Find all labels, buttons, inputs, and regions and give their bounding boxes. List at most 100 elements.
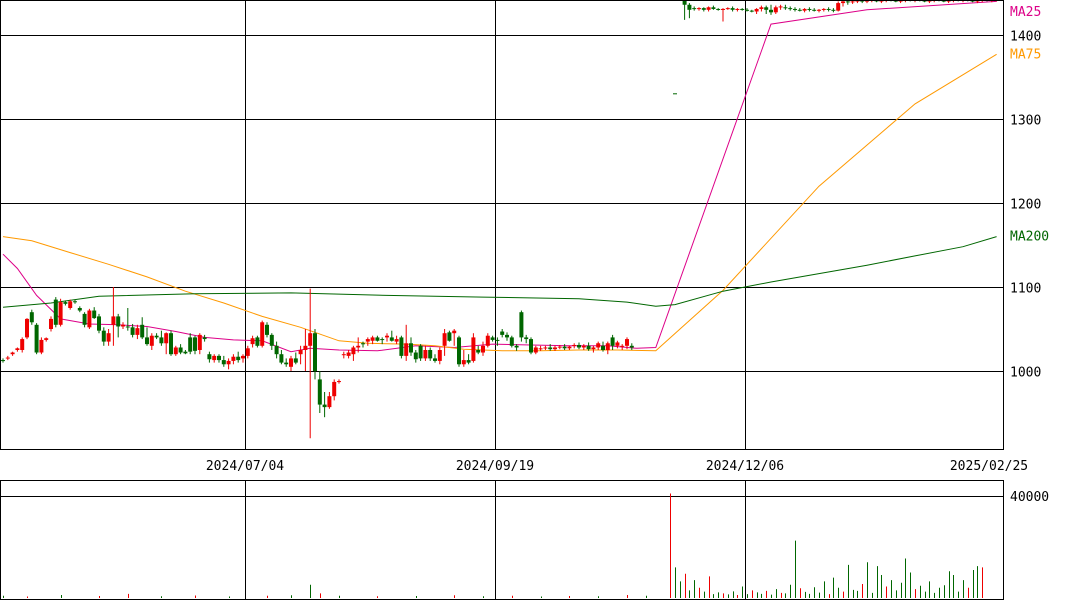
candle-body: [788, 8, 793, 10]
candle-body: [807, 8, 812, 10]
candle-body: [845, 1, 850, 3]
candle-body: [605, 343, 610, 350]
candle-body: [557, 346, 562, 348]
candle-body: [500, 331, 505, 335]
candle-body: [740, 8, 745, 10]
candle-body: [461, 360, 466, 365]
candle-body: [265, 324, 269, 335]
candle-body: [759, 7, 764, 9]
legend-label-ma200: MA200: [1010, 230, 1049, 245]
candle-body: [279, 354, 284, 363]
candle-body: [773, 7, 778, 13]
stock-chart: 1000 1100 1200 1300 1400 40000 2024/07/04 2024/…: [0, 0, 1065, 600]
candle-body: [121, 324, 125, 327]
candle-body: [577, 344, 581, 348]
candle-body: [764, 7, 769, 10]
candle-body: [63, 302, 68, 304]
candle-body: [529, 339, 533, 353]
candle-body: [754, 8, 759, 12]
candle-body: [481, 345, 485, 353]
candle-body: [682, 0, 687, 5]
candle-body: [1, 360, 5, 362]
candle-body: [116, 316, 121, 327]
candle-body: [226, 360, 231, 365]
candle-body: [437, 350, 442, 361]
candle-body: [159, 337, 164, 344]
candlestick: [87, 308, 92, 329]
candle-body: [293, 358, 298, 363]
candle-body: [34, 324, 39, 353]
candle-body: [514, 345, 519, 348]
candle-body: [749, 10, 754, 12]
candle-body: [68, 301, 73, 308]
candle-body: [106, 333, 111, 342]
candle-body: [308, 333, 313, 346]
candle-body: [538, 348, 543, 350]
candle-body: [581, 345, 586, 348]
candle-body: [706, 7, 711, 10]
candle-body: [169, 333, 173, 355]
candle-body: [77, 308, 82, 311]
candlestick: [169, 330, 173, 356]
candle-body: [341, 354, 346, 356]
date-tick-label: 2024/09/19: [456, 459, 534, 474]
date-tick-label: 2025/02/25: [950, 459, 1028, 474]
price-tick-label: 1300: [1010, 114, 1041, 129]
candle-body: [140, 324, 145, 338]
candlestick: [529, 337, 533, 355]
candle-body: [533, 347, 538, 353]
candle-body: [53, 299, 58, 325]
candle-body: [452, 330, 457, 334]
candle-body: [783, 7, 788, 9]
candlestick: [34, 323, 39, 355]
candle-body: [543, 347, 548, 349]
candle-body: [15, 348, 20, 350]
candle-body: [797, 9, 802, 11]
candle-body: [82, 313, 87, 325]
candle-body: [841, 1, 845, 4]
candle-body: [778, 6, 783, 8]
candle-body: [836, 3, 841, 11]
candle-body: [505, 334, 509, 338]
candle-body: [322, 404, 327, 408]
date-tick-label: 2024/12/06: [706, 459, 784, 474]
candle-body: [433, 358, 437, 361]
candle-body: [332, 381, 337, 397]
candle-body: [255, 337, 260, 346]
candle-body: [769, 9, 773, 13]
candlestick: [509, 335, 514, 348]
candle-body: [471, 337, 476, 361]
candle-body: [447, 332, 452, 341]
price-tick-label: 1200: [1010, 198, 1041, 213]
candlestick: [519, 310, 524, 342]
candle-body: [221, 360, 226, 365]
candle-body: [260, 322, 265, 346]
price-tick-label: 1000: [1010, 366, 1041, 381]
price-tick-label: 1400: [1010, 30, 1041, 45]
candle-body: [289, 358, 293, 367]
candle-body: [178, 347, 183, 353]
legend-label-ma75: MA75: [1010, 47, 1041, 62]
candle-body: [236, 356, 241, 361]
candle-body: [202, 337, 207, 340]
candle-body: [409, 343, 413, 353]
candle-body: [29, 312, 34, 323]
date-tick-label: 2024/07/04: [206, 459, 284, 474]
candle-body: [562, 346, 567, 349]
candlestick: [97, 313, 101, 334]
candlestick: [399, 335, 404, 359]
candle-body: [625, 339, 629, 346]
candle-body: [457, 337, 461, 365]
candle-body: [351, 347, 356, 355]
candle-body: [620, 345, 625, 347]
candle-body: [217, 355, 221, 361]
candlestick: [53, 297, 58, 328]
candle-body: [375, 337, 380, 341]
candle-body: [97, 316, 101, 331]
candle-body: [298, 350, 303, 355]
candle-body: [495, 339, 500, 341]
candle-body: [572, 344, 577, 346]
candle-body: [125, 326, 130, 328]
candlestick: [255, 335, 260, 348]
candle-body: [183, 351, 188, 354]
